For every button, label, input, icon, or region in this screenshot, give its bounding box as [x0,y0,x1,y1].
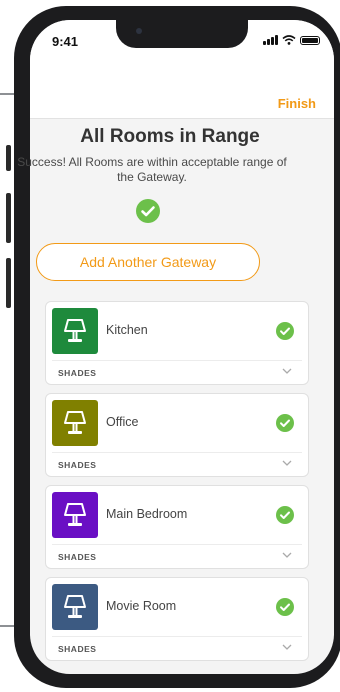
add-another-gateway-button[interactable]: Add Another Gateway [36,243,260,281]
section-label-shades: SHADES [58,368,97,378]
signal-icon [263,35,278,45]
lamp-icon [64,319,86,342]
room-name: Kitchen [106,323,148,337]
room-card[interactable]: Office SHADES [45,393,309,477]
status-icons [263,35,320,45]
card-divider [52,636,302,637]
room-name: Movie Room [106,599,177,613]
add-another-gateway-label: Add Another Gateway [79,254,217,270]
room-card[interactable]: Movie Room SHADES [45,577,309,661]
status-time: 9:41 [52,34,79,49]
section-label-shades: SHADES [58,552,97,562]
in-range-check-icon [276,506,294,524]
room-lamp-tile [52,492,98,538]
page-title: All Rooms in Range [80,126,260,147]
in-range-check-icon [276,598,294,616]
in-range-check-icon [276,414,294,432]
in-range-check-icon [276,322,294,340]
chevron-down-icon[interactable] [282,459,292,467]
room-card[interactable]: Main Bedroom SHADES [45,485,309,569]
finish-button[interactable]: Finish [278,96,316,111]
room-card[interactable]: Kitchen SHADES [45,301,309,385]
page-subtitle: Success! All Rooms are within acceptable… [17,155,287,184]
nav-bar: Finish [30,70,334,119]
section-label-shades: SHADES [58,644,97,654]
chevron-down-icon[interactable] [282,367,292,375]
camera-icon [136,28,142,34]
chevron-down-icon[interactable] [282,551,292,559]
volume-up-button [6,193,11,243]
success-check-icon [136,199,160,223]
card-divider [52,544,302,545]
room-name: Office [106,415,139,429]
volume-down-button [6,258,11,308]
lamp-icon [64,595,86,618]
notch [116,20,248,48]
wifi-icon [282,35,296,45]
section-label-shades: SHADES [58,460,97,470]
card-divider [52,360,302,361]
chevron-down-icon[interactable] [282,643,292,651]
battery-icon [300,35,320,45]
room-lamp-tile [52,584,98,630]
lamp-icon [64,503,86,526]
room-lamp-tile [52,308,98,354]
room-lamp-tile [52,400,98,446]
card-divider [52,452,302,453]
room-name: Main Bedroom [106,507,188,521]
lamp-icon [64,411,86,434]
